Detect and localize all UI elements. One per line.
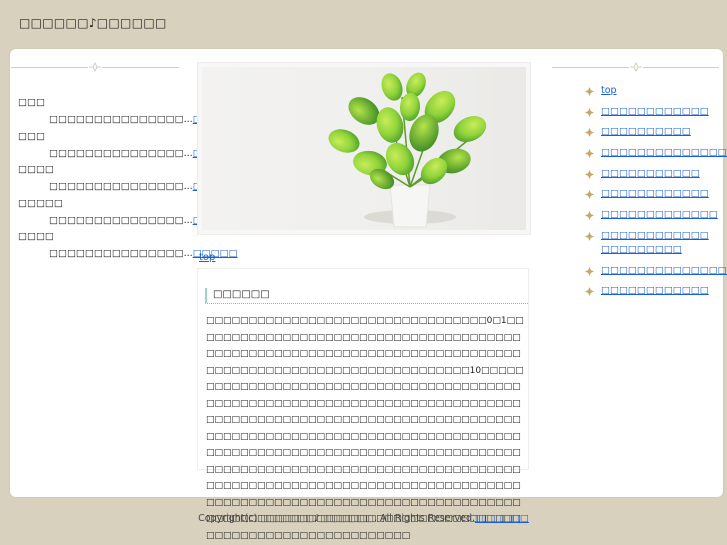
footer-link[interactable]: □□□□□□ <box>475 513 529 524</box>
diamond-flower-icon <box>585 169 594 179</box>
entry-title: □□□□□ <box>18 197 63 209</box>
list-item: □□□□□□□□□□□□□□□□□ <box>585 146 727 160</box>
article-box: □□□□□□ □□□□□□□□□□□□□□□□□□□□□□□□□□□□□□□□□… <box>197 268 529 541</box>
plant-illustration <box>328 72 487 228</box>
list-item: □□□□□□□□□□□□ <box>585 187 715 201</box>
sidebar-link[interactable]: □□□□□□□□□□ <box>601 126 691 137</box>
sidebar-link[interactable]: □□□□□□□□□□□□□□□□ <box>601 265 727 276</box>
plant-photo <box>202 67 526 230</box>
footer: Copyright(c) □□□□□□♪□□□□□□. All Rights R… <box>0 513 727 524</box>
excerpt-text: □□□□□□□□□□□□□□□... <box>49 147 193 159</box>
top-link[interactable]: top <box>199 252 215 263</box>
list-item: □□□□□□□□□□□□□ <box>585 208 718 222</box>
ornament-icon <box>88 62 102 72</box>
sidebar-link[interactable]: □□□□□□□□□□□□ <box>601 188 709 199</box>
entry-excerpt: □□□□□□□□□□□□□□□...□□□□□ <box>18 145 238 163</box>
diamond-flower-icon <box>585 149 594 159</box>
site-title[interactable]: □□□□□□♪□□□□□□ <box>19 16 167 30</box>
diamond-flower-icon <box>585 287 594 297</box>
sidebar-link[interactable]: □□□□□□□□□□□□□□□□□□□□□ <box>601 230 709 255</box>
sidebar-link[interactable]: □□□□□□□□□□□□ <box>601 285 709 296</box>
left-ornament-divider <box>11 62 179 72</box>
excerpt-text: □□□□□□□□□□□□□□□... <box>49 248 193 259</box>
entry-title: □□□□ <box>18 231 54 242</box>
entry-excerpt: □□□□□□□□□□□□□□□...□□□□□ <box>18 212 238 230</box>
category-link-list: top □□□□□□□□□□□□ □□□□□□□□□□ □□□□□□□□□□□□… <box>585 84 727 305</box>
hero-image-frame <box>197 62 531 235</box>
list-item: top <box>585 84 715 98</box>
copyright-text: Copyright(c) □□□□□□♪□□□□□□. All Rights R… <box>198 513 476 524</box>
article-body: □□□□□□□□□□□□□□□□□□□□□□□□□□□□□□□□□0□1□□□□… <box>206 316 524 541</box>
sidebar-link[interactable]: top <box>601 85 617 96</box>
list-item: □□□□□□□□□□□ <box>585 167 715 181</box>
diamond-flower-icon <box>585 107 594 117</box>
diamond-flower-icon <box>585 211 594 221</box>
diamond-flower-icon <box>585 128 594 138</box>
diamond-flower-icon <box>585 266 594 276</box>
excerpt-text: □□□□□□□□□□□□□□□... <box>49 214 193 226</box>
list-item: □□□□□□□□□□□□□□□□□□□□□ <box>585 229 715 257</box>
diamond-flower-icon <box>585 87 594 96</box>
sidebar-link[interactable]: □□□□□□□□□□□□□□□□□ <box>601 147 727 158</box>
entry-title: □□□□ <box>18 164 54 175</box>
entry-excerpt: □□□□□□□□□□□□□□□...□□□□□ <box>18 111 238 129</box>
entry-excerpt: □□□□□□□□□□□□□□□...□□□□□ <box>18 178 238 196</box>
entry-title: □□□ <box>18 130 45 142</box>
article-title: □□□□□□ <box>205 288 528 304</box>
list-item: □□□ □□□□□□□□□□□□□□□...□□□□□ <box>18 129 238 163</box>
list-item: □□□□□ □□□□□□□□□□□□□□□...□□□□□ <box>18 196 238 230</box>
top-link-wrapper: top <box>199 252 215 263</box>
list-item: □□□ □□□□□□□□□□□□□□□...□□□□□ <box>18 95 238 129</box>
sidebar-link[interactable]: □□□□□□□□□□□□ <box>601 106 709 117</box>
excerpt-text: □□□□□□□□□□□□□□□... <box>49 114 193 125</box>
diamond-flower-icon <box>585 231 594 241</box>
recent-entries-list: □□□ □□□□□□□□□□□□□□□... □□□ □□ □□□ □□□□□□□□… <box>18 95 238 263</box>
list-item: □□□□□□□□□□□□ <box>585 105 715 119</box>
list-item: □□□□□□□□□□□□ <box>585 284 715 298</box>
diamond-flower-icon <box>585 190 594 200</box>
right-ornament-divider <box>552 62 719 72</box>
excerpt-text: □□□□□□□□□□□□□□□... <box>49 181 193 192</box>
entry-title: □□□ <box>18 97 45 108</box>
entry-excerpt: □□□□□□□□□□□□□□□...□□□□□ <box>18 245 238 263</box>
sidebar-link[interactable]: □□□□□□□□□□□□□ <box>601 209 718 220</box>
list-item: □□□□ □□□□□□□□□□□□□□□...□□□□□ <box>18 229 238 263</box>
sidebar-link[interactable]: □□□□□□□□□□□ <box>601 168 700 179</box>
list-item: □□□□□□□□□□□□□□□□ <box>585 264 727 278</box>
list-item: □□□□ □□□□□□□□□□□□□□□...□□□□□ <box>18 162 238 196</box>
ornament-icon <box>628 62 643 72</box>
list-item: □□□□□□□□□□ <box>585 125 715 139</box>
